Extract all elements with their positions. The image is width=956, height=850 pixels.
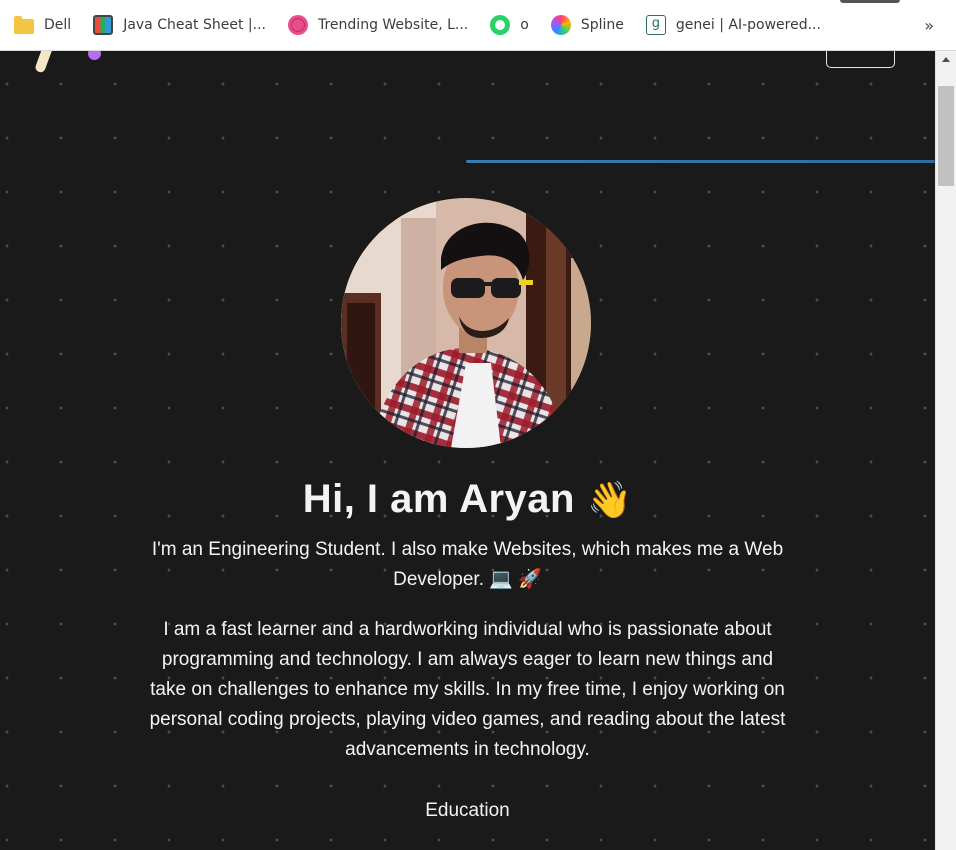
dribbble-icon bbox=[287, 15, 308, 35]
bookmark-label: genei | AI-powered... bbox=[675, 17, 821, 33]
bookmark-label: Java Cheat Sheet |... bbox=[123, 17, 266, 33]
bookmark-label: Dell bbox=[44, 17, 72, 33]
window-edge-decoration bbox=[840, 0, 900, 3]
accent-divider bbox=[466, 160, 935, 163]
hero-title: Hi, I am Aryan 👋 bbox=[0, 477, 935, 522]
hamburger-menu-button[interactable] bbox=[826, 51, 895, 68]
folder-icon bbox=[14, 15, 34, 34]
site-logo[interactable] bbox=[34, 51, 104, 77]
bookmark-trending-website[interactable]: Trending Website, L... bbox=[287, 11, 476, 39]
vertical-scrollbar[interactable] bbox=[935, 51, 956, 850]
education-heading: Education bbox=[425, 800, 510, 821]
bookmark-java-cheat-sheet[interactable]: Java Cheat Sheet |... bbox=[93, 11, 274, 39]
about-paragraph: I am a fast learner and a hardworking in… bbox=[149, 619, 786, 760]
logo-dot bbox=[88, 51, 101, 60]
page-content: Hi, I am Aryan 👋 I'm an Engineering Stude… bbox=[0, 51, 935, 850]
hero-subtitle: I'm an Engineering Student. I also make … bbox=[151, 539, 784, 590]
genei-icon: g bbox=[645, 15, 666, 35]
bookmark-genei[interactable]: g genei | AI-powered... bbox=[645, 11, 829, 39]
waving-hand-icon: 👋 bbox=[586, 480, 633, 521]
bookmark-spline[interactable]: Spline bbox=[550, 11, 632, 39]
bookmark-label: Spline bbox=[580, 17, 624, 33]
bookmark-label: o bbox=[520, 17, 529, 33]
more-bookmarks-chevron-icon[interactable]: » bbox=[924, 16, 934, 35]
hero-title-text: Hi, I am Aryan bbox=[302, 477, 575, 521]
bookmarks-bar: Dell Java Cheat Sheet |... Trending Webs… bbox=[0, 0, 956, 51]
bookmark-whatsapp[interactable]: o bbox=[490, 11, 537, 39]
logo-stroke bbox=[34, 51, 56, 74]
bookmark-label: Trending Website, L... bbox=[317, 17, 469, 33]
scrollbar-thumb[interactable] bbox=[938, 86, 954, 186]
scroll-up-arrow-icon[interactable] bbox=[942, 57, 950, 62]
profile-photo-image bbox=[341, 198, 591, 448]
java-icon bbox=[93, 15, 114, 35]
spline-icon bbox=[550, 15, 571, 35]
bookmark-dell[interactable]: Dell bbox=[14, 11, 79, 39]
whatsapp-icon bbox=[490, 15, 511, 35]
profile-photo bbox=[341, 198, 591, 448]
